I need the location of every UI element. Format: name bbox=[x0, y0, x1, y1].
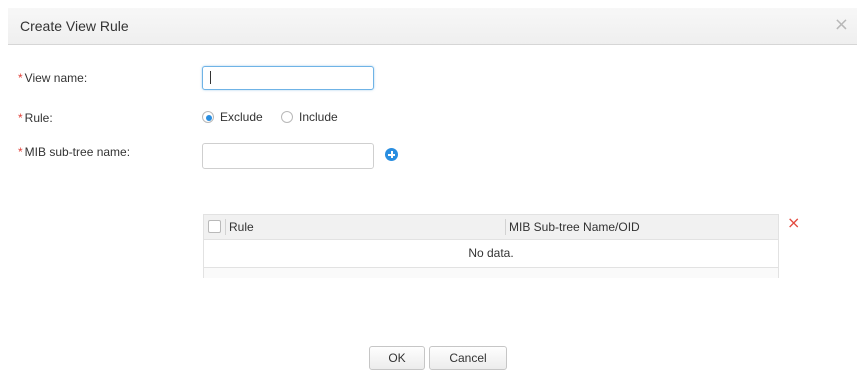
required-mark: * bbox=[18, 111, 23, 125]
delete-icon[interactable]: × bbox=[787, 215, 800, 231]
table-header: Rule MIB Sub-tree Name/OID bbox=[204, 215, 778, 240]
radio-include-label: Include bbox=[299, 110, 338, 124]
required-mark: * bbox=[18, 71, 23, 85]
plus-circle-icon[interactable] bbox=[385, 148, 398, 161]
rule-label-text: Rule: bbox=[24, 111, 53, 125]
mib-subtree-label: * MIB sub-tree name: bbox=[18, 145, 130, 159]
view-name-label-text: View name: bbox=[24, 71, 88, 85]
cancel-button[interactable]: Cancel bbox=[429, 346, 507, 370]
select-all-checkbox[interactable] bbox=[208, 220, 221, 233]
table-footer bbox=[204, 267, 778, 278]
required-mark: * bbox=[18, 145, 23, 159]
text-caret bbox=[210, 71, 211, 84]
radio-exclude-label: Exclude bbox=[220, 110, 263, 124]
mib-subtree-input[interactable] bbox=[202, 143, 374, 169]
column-divider bbox=[225, 219, 226, 235]
dialog-title: Create View Rule bbox=[20, 18, 129, 34]
column-header-mib-subtree[interactable]: MIB Sub-tree Name/OID bbox=[509, 220, 640, 234]
radio-circle-icon bbox=[202, 111, 214, 123]
rules-table: Rule MIB Sub-tree Name/OID No data. bbox=[203, 214, 779, 278]
view-name-label: * View name: bbox=[18, 71, 87, 85]
rule-label: * Rule: bbox=[18, 111, 53, 125]
close-icon[interactable]: × bbox=[834, 15, 849, 35]
view-name-input[interactable] bbox=[202, 66, 374, 90]
column-header-rule[interactable]: Rule bbox=[229, 220, 254, 234]
radio-selected-dot-icon bbox=[206, 115, 212, 121]
mib-subtree-label-text: MIB sub-tree name: bbox=[24, 145, 131, 159]
dialog-titlebar: Create View Rule × bbox=[8, 8, 857, 45]
ok-button[interactable]: OK bbox=[369, 346, 425, 370]
empty-table-message: No data. bbox=[468, 246, 514, 260]
radio-circle-icon bbox=[281, 111, 293, 123]
create-view-rule-dialog: Create View Rule × * View name: * Rule: Ex… bbox=[0, 0, 857, 379]
column-divider bbox=[505, 219, 506, 235]
